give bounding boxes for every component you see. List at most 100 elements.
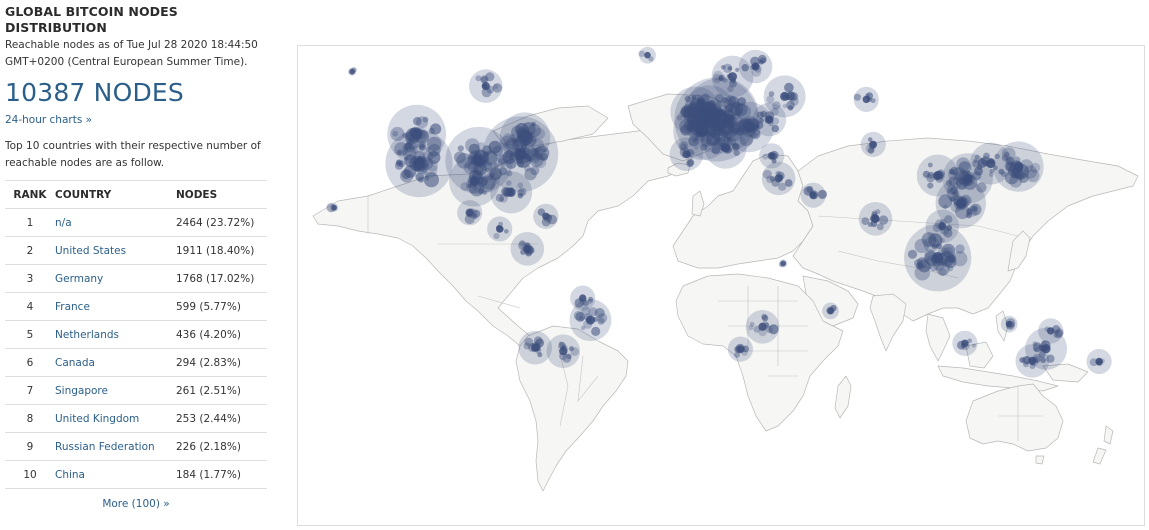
country-link[interactable]: Singapore: [55, 385, 108, 397]
node-marker[interactable]: [726, 136, 732, 141]
node-cluster-core[interactable]: [765, 115, 774, 124]
node-cluster-core[interactable]: [862, 95, 870, 104]
node-marker[interactable]: [579, 315, 585, 321]
node-marker[interactable]: [727, 85, 734, 93]
country-link[interactable]: United States: [55, 245, 126, 257]
node-marker[interactable]: [771, 124, 779, 133]
node-marker[interactable]: [853, 93, 862, 101]
node-cluster-core[interactable]: [411, 128, 422, 140]
node-cluster-core[interactable]: [809, 191, 817, 199]
node-cluster-core[interactable]: [496, 225, 504, 233]
node-cluster-core[interactable]: [743, 122, 754, 132]
node-cluster-core[interactable]: [466, 209, 474, 217]
node-marker[interactable]: [994, 153, 1000, 159]
node-marker[interactable]: [938, 268, 947, 277]
node-marker[interactable]: [766, 95, 775, 104]
node-cluster-core[interactable]: [1047, 327, 1055, 335]
node-marker[interactable]: [784, 82, 794, 93]
node-marker[interactable]: [942, 259, 948, 265]
node-marker[interactable]: [395, 159, 404, 167]
node-cluster-core[interactable]: [1005, 320, 1013, 328]
node-marker[interactable]: [517, 182, 524, 189]
node-marker[interactable]: [487, 175, 493, 181]
node-cluster-core[interactable]: [774, 174, 783, 183]
node-cluster-core[interactable]: [559, 347, 568, 356]
node-marker[interactable]: [790, 97, 799, 106]
node-marker[interactable]: [638, 50, 645, 57]
node-marker[interactable]: [861, 217, 870, 226]
node-marker[interactable]: [477, 142, 485, 150]
node-cluster-core[interactable]: [736, 345, 745, 353]
node-marker[interactable]: [416, 116, 428, 129]
node-marker[interactable]: [761, 313, 768, 320]
node-marker[interactable]: [428, 127, 435, 135]
node-marker[interactable]: [927, 162, 933, 168]
node-marker[interactable]: [732, 143, 740, 151]
country-link[interactable]: n/a: [55, 217, 72, 229]
node-cluster-core[interactable]: [955, 198, 966, 209]
node-marker[interactable]: [947, 265, 954, 272]
node-marker[interactable]: [762, 153, 769, 160]
node-cluster-core[interactable]: [827, 307, 834, 315]
node-marker[interactable]: [403, 142, 414, 153]
node-marker[interactable]: [415, 172, 425, 182]
node-marker[interactable]: [878, 215, 889, 225]
node-cluster-core[interactable]: [349, 68, 355, 75]
node-marker[interactable]: [998, 168, 1005, 175]
node-marker[interactable]: [917, 259, 931, 273]
node-marker[interactable]: [499, 135, 516, 152]
node-marker[interactable]: [680, 143, 687, 151]
node-cluster-core[interactable]: [932, 252, 944, 264]
country-link[interactable]: Germany: [55, 273, 103, 285]
node-marker[interactable]: [946, 184, 958, 195]
node-cluster-core[interactable]: [523, 244, 532, 253]
node-marker[interactable]: [537, 352, 543, 358]
node-marker[interactable]: [691, 95, 696, 100]
node-marker[interactable]: [457, 145, 464, 152]
node-cluster-core[interactable]: [768, 152, 776, 160]
node-cluster-core[interactable]: [690, 106, 701, 117]
node-cluster-core[interactable]: [780, 91, 790, 101]
country-link[interactable]: Russian Federation: [55, 441, 155, 453]
node-marker[interactable]: [711, 145, 721, 155]
node-marker[interactable]: [748, 325, 754, 331]
node-marker[interactable]: [480, 74, 489, 83]
node-marker[interactable]: [948, 168, 955, 175]
charts-link[interactable]: 24-hour charts »: [5, 114, 92, 126]
node-marker[interactable]: [504, 229, 509, 234]
node-marker[interactable]: [402, 132, 408, 139]
node-marker[interactable]: [720, 64, 726, 70]
node-marker[interactable]: [519, 240, 526, 246]
node-marker[interactable]: [517, 144, 531, 158]
node-marker[interactable]: [1055, 328, 1064, 337]
node-marker[interactable]: [942, 204, 948, 210]
node-cluster-core[interactable]: [520, 132, 530, 143]
country-link[interactable]: China: [55, 469, 85, 481]
node-cluster-core[interactable]: [728, 72, 737, 82]
node-cluster-core[interactable]: [481, 82, 490, 91]
node-marker[interactable]: [1023, 165, 1037, 179]
node-marker[interactable]: [460, 182, 470, 192]
country-link[interactable]: Netherlands: [55, 329, 119, 341]
node-marker[interactable]: [976, 164, 983, 170]
node-cluster-core[interactable]: [531, 343, 540, 352]
node-marker[interactable]: [427, 136, 442, 152]
node-marker[interactable]: [474, 165, 484, 176]
node-cluster-core[interactable]: [469, 176, 480, 187]
node-marker[interactable]: [493, 84, 499, 90]
node-cluster-core[interactable]: [751, 62, 760, 71]
node-cluster-core[interactable]: [506, 187, 516, 197]
node-marker[interactable]: [676, 114, 683, 121]
node-cluster-core[interactable]: [758, 322, 767, 331]
more-countries-link[interactable]: More (100) »: [102, 498, 169, 510]
node-marker[interactable]: [768, 91, 775, 97]
node-marker[interactable]: [762, 169, 772, 179]
node-marker[interactable]: [922, 170, 931, 178]
node-marker[interactable]: [817, 189, 828, 199]
node-marker[interactable]: [755, 121, 764, 129]
node-marker[interactable]: [756, 111, 764, 119]
node-cluster-core[interactable]: [542, 212, 550, 220]
node-cluster-core[interactable]: [961, 339, 969, 347]
node-cluster-core[interactable]: [579, 294, 587, 302]
world-node-map[interactable]: [297, 45, 1145, 526]
